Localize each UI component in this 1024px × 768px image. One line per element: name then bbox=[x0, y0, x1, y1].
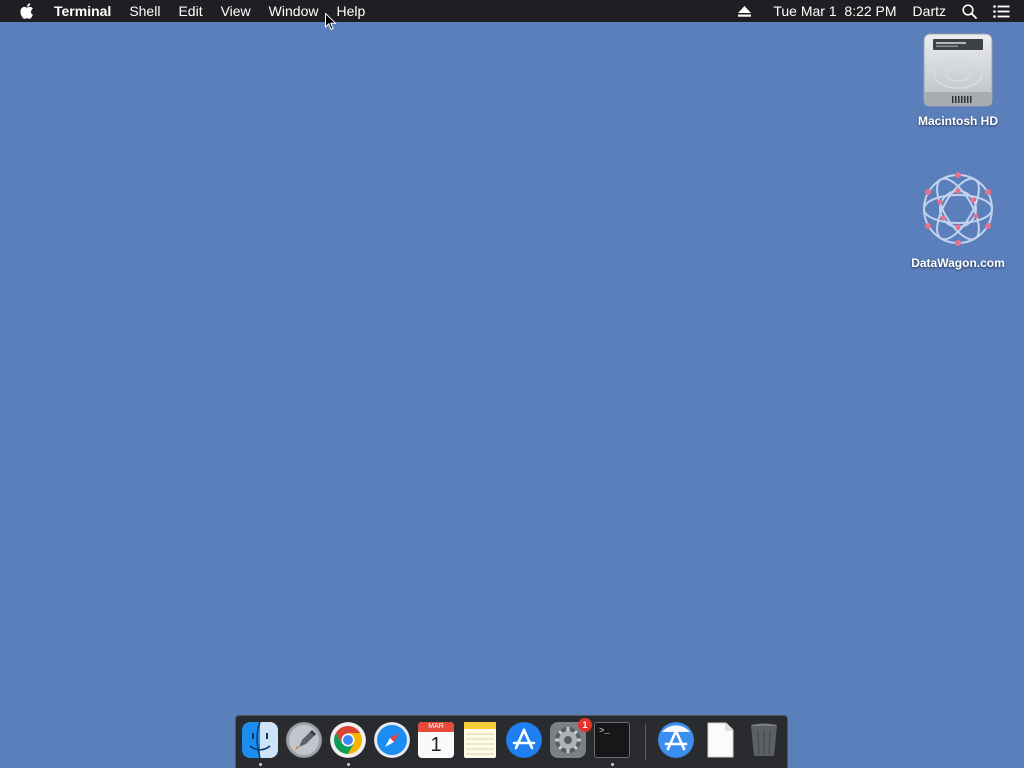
finder-icon bbox=[242, 722, 278, 758]
app-store-icon bbox=[506, 722, 542, 758]
notes-icon bbox=[462, 722, 498, 758]
trash-icon bbox=[746, 722, 782, 758]
dock-separator bbox=[645, 724, 646, 760]
dock-trash[interactable] bbox=[746, 722, 784, 762]
safari-icon bbox=[374, 722, 410, 758]
network-volume-icon bbox=[915, 166, 1001, 252]
dock-document[interactable] bbox=[702, 722, 740, 762]
clock[interactable]: Tue Mar 1 8:22 PM bbox=[759, 0, 904, 22]
dock-chrome[interactable] bbox=[330, 722, 368, 766]
terminal-prompt: >_ bbox=[599, 726, 610, 736]
dock-calendar[interactable]: MAR 1 bbox=[418, 722, 456, 762]
chrome-icon bbox=[330, 722, 366, 758]
dock-app-store[interactable] bbox=[506, 722, 544, 762]
running-indicator bbox=[259, 763, 262, 766]
dock-finder[interactable] bbox=[242, 722, 280, 766]
menu-bar: Terminal Shell Edit View Window Help Tue… bbox=[0, 0, 1024, 22]
terminal-icon: >_ bbox=[594, 722, 630, 758]
menu-edit[interactable]: Edit bbox=[169, 0, 211, 22]
dock-system-preferences[interactable]: 1 bbox=[550, 718, 592, 762]
running-indicator bbox=[347, 763, 350, 766]
menu-window[interactable]: Window bbox=[260, 0, 328, 22]
applications-folder-icon bbox=[658, 722, 694, 758]
menu-shell[interactable]: Shell bbox=[120, 0, 169, 22]
running-indicator bbox=[611, 763, 614, 766]
spotlight-search-icon[interactable] bbox=[954, 3, 985, 19]
dock-notes[interactable] bbox=[462, 722, 500, 762]
desktop-icon-label: Macintosh HD bbox=[917, 114, 998, 128]
notification-center-icon[interactable] bbox=[985, 4, 1024, 18]
apple-icon[interactable] bbox=[0, 0, 54, 22]
desktop-icon-datawagon[interactable]: DataWagon.com bbox=[898, 166, 1018, 270]
dock-launchpad[interactable] bbox=[286, 722, 324, 762]
calendar-month: MAR bbox=[418, 722, 454, 732]
launchpad-icon bbox=[286, 722, 322, 758]
menu-view[interactable]: View bbox=[212, 0, 260, 22]
dock-terminal[interactable]: >_ bbox=[594, 722, 632, 766]
calendar-icon: MAR 1 bbox=[418, 722, 454, 758]
dock-safari[interactable] bbox=[374, 722, 412, 762]
eject-icon[interactable] bbox=[730, 5, 759, 17]
dock-applications-folder[interactable] bbox=[658, 722, 696, 762]
calendar-day: 1 bbox=[430, 734, 442, 756]
dock: MAR 1 1 >_ bbox=[235, 715, 788, 768]
desktop-icon-label: DataWagon.com bbox=[911, 256, 1005, 270]
menu-app-terminal[interactable]: Terminal bbox=[54, 0, 120, 22]
desktop-icon-macintosh-hd[interactable]: Macintosh HD bbox=[898, 30, 1018, 128]
notification-badge: 1 bbox=[578, 718, 592, 732]
user-menu[interactable]: Dartz bbox=[905, 0, 954, 22]
hard-drive-icon bbox=[921, 30, 995, 110]
document-icon bbox=[702, 722, 738, 758]
mouse-cursor-icon bbox=[325, 12, 337, 36]
